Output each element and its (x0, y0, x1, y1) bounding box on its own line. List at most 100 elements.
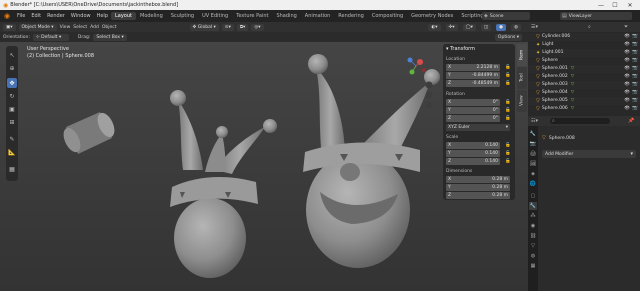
dimensions-x-field[interactable]: X 0.28 m (446, 176, 510, 183)
eye-icon[interactable]: 👁 (624, 98, 630, 103)
tab-uv-editing[interactable]: UV Editing (198, 12, 232, 20)
viewport-nav-buttons[interactable] (425, 81, 433, 109)
camera-icon[interactable]: 📷 (632, 74, 638, 79)
outliner-search-icon[interactable]: ⌕ (588, 24, 591, 30)
outliner-item[interactable]: ▽ Cylinder.006 👁 📷 (528, 33, 640, 41)
tab-view[interactable]: View (517, 90, 527, 112)
location-y-field[interactable]: Y -0.84499 m (446, 72, 500, 79)
gizmo-icon[interactable]: ✣▾ (445, 23, 458, 31)
rotation-mode-dropdown[interactable]: XYZ Euler ▾ (446, 124, 510, 131)
camera-icon[interactable]: 📷 (632, 42, 638, 47)
material-tab-icon[interactable]: ◍ (529, 252, 537, 260)
rotation-y-field[interactable]: Y 0° (446, 107, 500, 114)
pin-icon[interactable]: 📌 (628, 118, 634, 124)
options-dropdown[interactable]: Options ▾ (494, 33, 522, 41)
eye-icon[interactable]: 👁 (624, 50, 630, 55)
transform-orientation-selector[interactable]: ✥ Global ▾ (189, 23, 219, 31)
rotate-tool-icon[interactable]: ↻ (7, 91, 17, 101)
scale-tool-icon[interactable]: ▣ (7, 104, 17, 114)
camera-icon[interactable]: 📷 (632, 82, 638, 87)
tab-geometry-nodes[interactable]: Geometry Nodes (407, 12, 457, 20)
camera-icon[interactable]: 📷 (632, 66, 638, 71)
menu-edit[interactable]: Edit (28, 13, 44, 19)
object-name[interactable]: Sphere.008 (549, 136, 575, 141)
outliner-item[interactable]: ▽ Sphere.004 ▽ 👁 📷 (528, 89, 640, 97)
3d-cursor-icon[interactable]: ⊕ (7, 63, 17, 73)
lock-icon[interactable]: 🔓 (505, 143, 511, 148)
snap-icon[interactable]: ⧉▾ (236, 23, 249, 31)
properties-search-field[interactable]: ⌕ (550, 118, 610, 124)
add-cube-tool-icon[interactable]: ▦ (7, 164, 17, 174)
scene-tab-icon[interactable]: ◈ (529, 170, 537, 178)
scale-z-field[interactable]: Z 0.140 (446, 158, 500, 165)
outliner-item[interactable]: ✦ Light 👁 📷 (528, 41, 640, 49)
tab-shading[interactable]: Shading (272, 12, 300, 20)
transform-tool-icon[interactable]: ⊞ (7, 117, 17, 127)
scale-y-field[interactable]: Y 0.140 (446, 150, 500, 157)
output-tab-icon[interactable]: 🖨 (529, 150, 537, 158)
eye-icon[interactable]: 👁 (624, 66, 630, 71)
particles-tab-icon[interactable]: ⁂ (529, 212, 537, 220)
cursor-tool-icon[interactable]: ↖ (7, 50, 17, 60)
eye-icon[interactable]: 👁 (624, 74, 630, 79)
lock-icon[interactable]: 🔓 (505, 159, 511, 164)
scene-selector[interactable]: ◈ Scene (482, 12, 530, 20)
small-jester-object[interactable] (170, 90, 277, 278)
viewport-shading-controls[interactable]: ◐▾ ✣▾ ◯▾ ◫ ● ◍ (428, 23, 524, 31)
rotation-z-field[interactable]: Z 0° (446, 115, 500, 122)
outliner-item[interactable]: ✦ Light.001 👁 📷 (528, 49, 640, 57)
lock-icon[interactable]: 🔓 (505, 116, 511, 121)
rotation-x-field[interactable]: X 0° (446, 99, 500, 106)
eye-icon[interactable]: 👁 (624, 90, 630, 95)
solid-shading-icon[interactable]: ● (496, 23, 507, 31)
object-tab-icon[interactable]: ▢ (529, 192, 537, 200)
move-tool-icon[interactable]: ✥ (7, 78, 17, 88)
cylinder-object[interactable] (60, 110, 118, 154)
overlay-icon[interactable]: ◯▾ (462, 23, 476, 31)
dimensions-z-field[interactable]: Z 0.28 m (446, 192, 510, 199)
location-z-field[interactable]: Z -0.48549 m (446, 80, 500, 87)
constraints-tab-icon[interactable]: ⛓ (529, 232, 537, 240)
annotate-tool-icon[interactable]: ✎ (7, 134, 17, 144)
lock-icon[interactable]: 🔓 (505, 65, 511, 70)
scale-x-field[interactable]: X 0.140 (446, 142, 500, 149)
tab-rendering[interactable]: Rendering (334, 12, 368, 20)
outliner-editor-icon[interactable]: ☰▾ (531, 24, 538, 30)
blender-menu-icon[interactable]: ◉ (2, 11, 12, 21)
large-jester-object[interactable] (303, 54, 440, 268)
eye-icon[interactable]: 👁 (624, 106, 630, 111)
close-button[interactable]: ✕ (624, 0, 636, 10)
camera-icon[interactable]: 📷 (632, 106, 638, 111)
tool-tab-icon[interactable]: 🔧 (529, 130, 537, 138)
outliner-item[interactable]: ▽ Sphere.003 ▽ 👁 📷 (528, 81, 640, 89)
mode-selector[interactable]: Object Mode ▾ (18, 23, 57, 31)
menu-select[interactable]: Select (73, 25, 87, 30)
outliner-item[interactable]: ▽ Sphere.006 ▽ 👁 📷 (528, 105, 640, 113)
tab-modeling[interactable]: Modeling (136, 12, 167, 20)
camera-icon[interactable]: 📷 (632, 50, 638, 55)
camera-icon[interactable]: 📷 (632, 58, 638, 63)
tab-sculpting[interactable]: Sculpting (167, 12, 198, 20)
outliner-item[interactable]: ▽ Sphere.002 ▽ 👁 📷 (528, 73, 640, 81)
drag-dropdown[interactable]: Select Box ▾ (93, 33, 127, 41)
proportional-edit-icon[interactable]: ◎▾ (251, 23, 264, 31)
visibility-icon[interactable]: ◐▾ (428, 23, 441, 31)
camera-icon[interactable]: 📷 (632, 98, 638, 103)
menu-file[interactable]: File (14, 13, 28, 19)
editor-type-button[interactable]: ▣▾ (3, 23, 16, 31)
menu-object[interactable]: Object (102, 25, 117, 30)
maximize-button[interactable]: ☐ (609, 0, 621, 10)
add-modifier-button[interactable]: Add Modifier ▾ (542, 150, 636, 158)
view-layer-tab-icon[interactable]: 🖼 (529, 160, 537, 168)
data-tab-icon[interactable]: ▽ (529, 242, 537, 250)
outliner-item[interactable]: ▽ Sphere.005 ▽ 👁 📷 (528, 97, 640, 105)
menu-add[interactable]: Add (90, 25, 99, 30)
eye-icon[interactable]: 👁 (624, 82, 630, 87)
tab-item[interactable]: Item (517, 44, 527, 66)
orientation-dropdown[interactable]: ⊹ Default ▾ (32, 33, 69, 41)
outliner-item[interactable]: ▽ Sphere.001 ▽ 👁 📷 (528, 65, 640, 73)
eye-icon[interactable]: 👁 (624, 58, 630, 63)
transform-title[interactable]: ▾ Transform (446, 46, 475, 52)
physics-tab-icon[interactable]: ◉ (529, 222, 537, 230)
tab-texture-paint[interactable]: Texture Paint (232, 12, 272, 20)
